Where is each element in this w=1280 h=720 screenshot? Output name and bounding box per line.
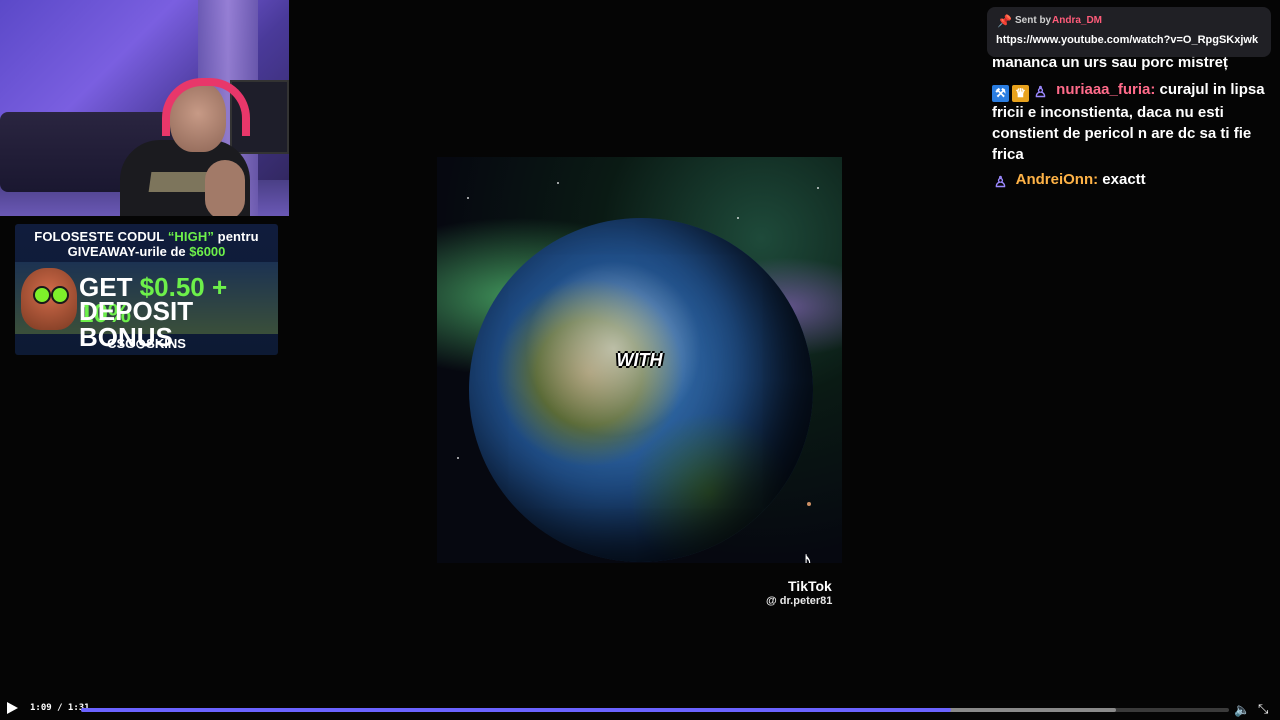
star [467, 197, 469, 199]
sender-name: Andra_DM [1052, 15, 1103, 26]
star [817, 187, 819, 189]
star [737, 217, 739, 219]
chat-message: ⚒ ♛ ♙ nuriaaa_furia: curajul in lipsa fric… [992, 79, 1277, 165]
chat-username[interactable]: nuriaaa_furia: [1056, 81, 1155, 98]
player-controls: 1:09 / 1:31 🔈 ⤡ [0, 698, 1280, 720]
subscriber-badge-icon: ♙ [1033, 84, 1048, 101]
pin-icon: 📌 [997, 14, 1012, 28]
sponsor-banner: FOLOSESTE CODUL “HIGH” pentru GIVEAWAY-u… [15, 224, 278, 355]
progress-bar [81, 708, 952, 712]
banner-line-2-pre: GIVEAWAY-urile de [67, 244, 190, 259]
banner-code: “HIGH” [167, 229, 214, 244]
banner-line-1: FOLOSESTE CODUL “HIGH” pentru [15, 229, 278, 244]
banner-line-2: GIVEAWAY-urile de $6000 [15, 244, 278, 259]
video-caption: WITH [616, 350, 663, 370]
banner-brand: CSG⊙SKINS [107, 336, 186, 351]
play-icon[interactable] [7, 702, 18, 714]
tiktok-watermark: TikTok [788, 578, 832, 594]
star [557, 182, 559, 184]
video-url[interactable]: https://www.youtube.com/watch?v=O_RpgSKx… [996, 34, 1258, 46]
chat-message: ♙ AndreiOnn: exactt [992, 169, 1277, 191]
earth-image [469, 218, 813, 562]
tiktok-icon: ♪ [799, 545, 813, 563]
subscriber-badge-icon: ♙ [993, 174, 1008, 191]
fullscreen-icon[interactable]: ⤡ [1258, 701, 1268, 717]
media-request-popup: 📌 Sent by Andra_DM https://www.youtube.c… [987, 7, 1271, 57]
star [807, 502, 811, 506]
sent-by-label: Sent by [1015, 15, 1052, 26]
star [457, 457, 459, 459]
banner-amount: $6000 [189, 244, 226, 259]
seek-bar[interactable] [81, 708, 1229, 712]
mascot-image [21, 268, 77, 330]
mascot-eye [51, 286, 69, 304]
tiktok-username: @ dr.peter81 [766, 595, 833, 607]
crown-badge-icon: ♛ [1012, 85, 1029, 102]
webcam-overlay [0, 0, 289, 216]
tiktok-video[interactable]: WITH ♪ [437, 157, 842, 563]
chat-username[interactable]: AndreiOnn: [1016, 171, 1099, 188]
streamer-arm [205, 160, 245, 216]
banner-line-1-post: pentru [213, 229, 259, 244]
banner-line-1-pre: FOLOSESTE CODUL [34, 229, 168, 244]
mascot-eye [33, 286, 51, 304]
banner-promo: GET $0.50 + 10% DEPOSIT BONUS [15, 262, 278, 350]
chat-message-text: exactt [1102, 171, 1146, 188]
volume-icon[interactable]: 🔈 [1234, 702, 1250, 718]
moderator-badge-icon: ⚒ [992, 85, 1009, 102]
